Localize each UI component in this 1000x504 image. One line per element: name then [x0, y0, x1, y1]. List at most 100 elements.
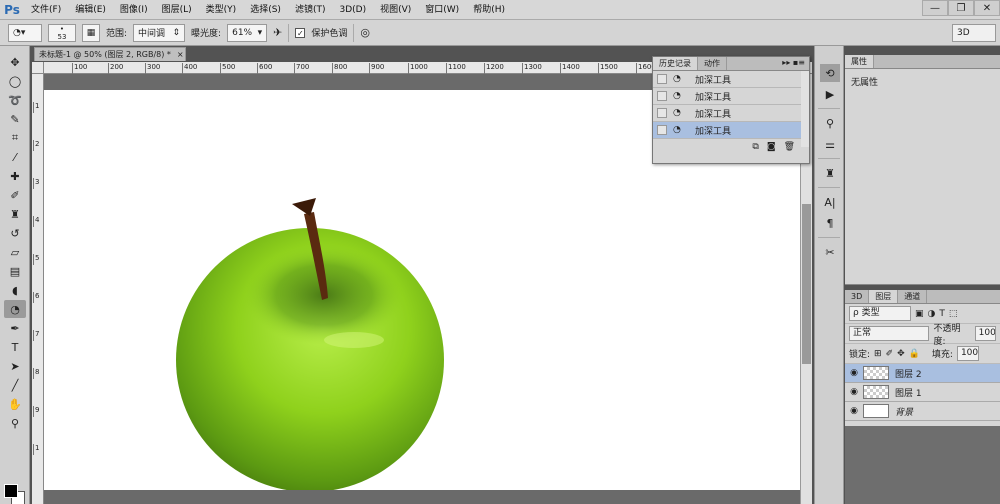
- layer-row-selected[interactable]: ◉ 图层 2: [845, 364, 1000, 383]
- tab-history[interactable]: 历史记录: [653, 57, 698, 70]
- brush-tool-icon[interactable]: ✐: [4, 186, 26, 204]
- adjustments-icon[interactable]: ⚌: [820, 135, 840, 153]
- eyedropper-tool-icon[interactable]: ⁄: [4, 148, 26, 166]
- menu-image[interactable]: 图像(I): [113, 0, 155, 20]
- workspace-select[interactable]: 3D: [952, 24, 996, 42]
- menu-filter[interactable]: 滤镜(T): [288, 0, 333, 20]
- history-item[interactable]: ◔ 加深工具: [653, 105, 809, 122]
- pen-tool-icon[interactable]: ✒: [4, 319, 26, 337]
- menu-file[interactable]: 文件(F): [24, 0, 68, 20]
- adjustment-filter-icon[interactable]: ◑: [928, 309, 936, 319]
- type-tool-icon[interactable]: T: [4, 338, 26, 356]
- history-snapshot-checkbox[interactable]: [657, 125, 667, 135]
- lock-all-icon[interactable]: 🔒: [909, 349, 920, 359]
- exposure-input[interactable]: 61% ▾: [227, 23, 268, 42]
- lock-transparent-icon[interactable]: ⊞: [874, 349, 882, 359]
- tool-preset-picker[interactable]: ◔ ▾: [8, 23, 42, 42]
- type-filter-icon[interactable]: T: [939, 309, 945, 319]
- brush-size-picker[interactable]: • 53: [48, 23, 76, 42]
- airbrush-icon[interactable]: ✈: [273, 26, 282, 39]
- protect-tones-checkbox[interactable]: ✓: [295, 27, 306, 38]
- gradient-tool-icon[interactable]: ▤: [4, 262, 26, 280]
- photoshop-logo: Ps: [4, 2, 20, 17]
- visibility-eye-icon[interactable]: ◉: [845, 406, 863, 416]
- blend-mode-select[interactable]: 正常: [849, 326, 930, 341]
- hand-tool-icon[interactable]: ✋: [4, 395, 26, 413]
- menu-help[interactable]: 帮助(H): [466, 0, 512, 20]
- visibility-eye-icon[interactable]: ◉: [845, 368, 863, 378]
- pressure-size-icon[interactable]: ◎: [360, 26, 370, 39]
- ruler-origin[interactable]: [32, 62, 44, 74]
- history-item-selected[interactable]: ◔ 加深工具: [653, 122, 809, 139]
- close-window-button[interactable]: ✕: [974, 0, 1000, 16]
- menu-window[interactable]: 窗口(W): [418, 0, 466, 20]
- zoom-tool-icon[interactable]: ⚲: [4, 414, 26, 432]
- path-select-tool-icon[interactable]: ➤: [4, 357, 26, 375]
- history-item[interactable]: ◔ 加深工具: [653, 71, 809, 88]
- camera-icon[interactable]: ◙: [767, 142, 776, 152]
- brush-presets-icon[interactable]: ⚲: [820, 114, 840, 132]
- clone-stamp-tool-icon[interactable]: ♜: [4, 205, 26, 223]
- history-snapshot-checkbox[interactable]: [657, 74, 667, 84]
- tab-3d[interactable]: 3D: [845, 290, 870, 303]
- history-snapshot-checkbox[interactable]: [657, 91, 667, 101]
- pixel-filter-icon[interactable]: ▣: [915, 309, 924, 319]
- blur-tool-icon[interactable]: ◖: [4, 281, 26, 299]
- history-item[interactable]: ◔ 加深工具: [653, 88, 809, 105]
- lock-pixels-icon[interactable]: ✐: [886, 349, 894, 359]
- tab-channels[interactable]: 通道: [898, 290, 928, 303]
- move-tool-icon[interactable]: ✥: [4, 53, 26, 71]
- menu-view[interactable]: 视图(V): [373, 0, 418, 20]
- foreground-color-swatch[interactable]: [4, 484, 18, 498]
- paragraph-panel-icon[interactable]: ¶: [820, 214, 840, 232]
- document-tab[interactable]: 未标题-1 @ 50% (图层 2, RGB/8) * ×: [34, 47, 186, 61]
- scrollbar-thumb[interactable]: [802, 204, 811, 364]
- shape-filter-icon[interactable]: ⬚: [949, 309, 958, 319]
- layer-filter-select[interactable]: ρ 类型: [849, 306, 911, 321]
- brush-panel-toggle-icon[interactable]: ▦: [82, 23, 100, 42]
- clone-source-icon[interactable]: ♜: [820, 164, 840, 182]
- burn-tool-icon[interactable]: ◔: [4, 300, 26, 318]
- ruler-tick: 300: [144, 63, 161, 74]
- layer-row[interactable]: ◉ 背景: [845, 402, 1000, 421]
- lock-position-icon[interactable]: ✥: [897, 349, 905, 359]
- fill-input[interactable]: 100%: [956, 346, 979, 361]
- tab-actions[interactable]: 动作: [698, 57, 727, 70]
- eraser-tool-icon[interactable]: ▱: [4, 243, 26, 261]
- tool-presets-icon[interactable]: ✂: [820, 243, 840, 261]
- crop-tool-icon[interactable]: ⌗: [4, 129, 26, 147]
- healing-brush-tool-icon[interactable]: ✚: [4, 167, 26, 185]
- panel-menu-icon[interactable]: ▸▸ ▪≡: [782, 58, 805, 67]
- line-tool-icon[interactable]: ╱: [4, 376, 26, 394]
- new-document-from-state-icon[interactable]: ⧉: [752, 142, 758, 152]
- restore-button[interactable]: ❐: [948, 0, 974, 16]
- tab-properties[interactable]: 属性: [845, 55, 874, 68]
- menu-3d[interactable]: 3D(D): [332, 0, 373, 20]
- document-title: 未标题-1 @ 50% (图层 2, RGB/8) *: [39, 50, 171, 59]
- quick-select-tool-icon[interactable]: ✎: [4, 110, 26, 128]
- lasso-tool-icon[interactable]: ➰: [4, 91, 26, 109]
- visibility-eye-icon[interactable]: ◉: [845, 387, 863, 397]
- opacity-input[interactable]: 100%: [974, 326, 996, 341]
- menu-edit[interactable]: 编辑(E): [68, 0, 113, 20]
- history-snapshot-checkbox[interactable]: [657, 108, 667, 118]
- close-document-icon[interactable]: ×: [177, 48, 184, 61]
- tab-layers[interactable]: 图层: [869, 290, 899, 303]
- menu-layer[interactable]: 图层(L): [155, 0, 199, 20]
- menu-bar: Ps 文件(F) 编辑(E) 图像(I) 图层(L) 类型(Y) 选择(S) 滤…: [0, 0, 1000, 20]
- range-select[interactable]: 中间调 ⇕: [133, 23, 186, 42]
- actions-panel-icon[interactable]: ▶: [820, 85, 840, 103]
- character-panel-icon[interactable]: A|: [820, 193, 840, 211]
- vertical-ruler[interactable]: 1 2 3 4 5 6 7 8 9 1: [32, 74, 44, 504]
- history-scrollbar[interactable]: [801, 71, 809, 147]
- menu-type[interactable]: 类型(Y): [199, 0, 244, 20]
- layer-row[interactable]: ◉ 图层 1: [845, 383, 1000, 402]
- layer-thumbnail: [863, 366, 889, 380]
- history-brush-tool-icon[interactable]: ↺: [4, 224, 26, 242]
- history-panel-icon[interactable]: ⟲: [820, 64, 840, 82]
- menu-select[interactable]: 选择(S): [243, 0, 288, 20]
- marquee-tool-icon[interactable]: ◯: [4, 72, 26, 90]
- ruler-tick: 700: [293, 63, 310, 74]
- trash-icon[interactable]: 🗑: [784, 142, 795, 152]
- minimize-button[interactable]: —: [922, 0, 948, 16]
